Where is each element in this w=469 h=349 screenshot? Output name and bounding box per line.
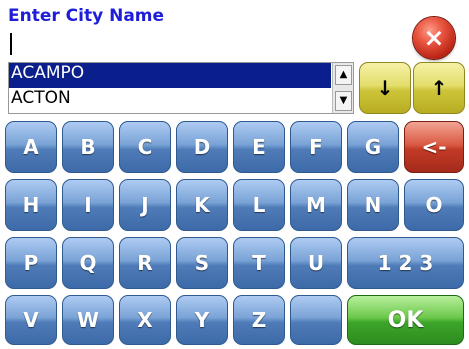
- key-m[interactable]: M: [290, 179, 342, 231]
- city-list[interactable]: ACAMPO ACTON ▲ ▼: [8, 62, 354, 114]
- list-item[interactable]: ACAMPO: [9, 63, 331, 88]
- key-v[interactable]: V: [5, 295, 57, 345]
- page-title: Enter City Name: [8, 6, 165, 26]
- key-g[interactable]: G: [347, 121, 399, 173]
- key-a[interactable]: A: [5, 121, 57, 173]
- key-l[interactable]: L: [233, 179, 285, 231]
- key-space[interactable]: [290, 295, 342, 345]
- text-caret: [10, 33, 12, 55]
- scroll-down-arrow-icon[interactable]: ▼: [335, 91, 352, 111]
- scroll-down-button[interactable]: ↓: [359, 62, 411, 114]
- close-button[interactable]: ×: [413, 17, 455, 59]
- key-f[interactable]: F: [290, 121, 342, 173]
- key-x[interactable]: X: [119, 295, 171, 345]
- key-d[interactable]: D: [176, 121, 228, 173]
- key-p[interactable]: P: [5, 237, 57, 289]
- key-k[interactable]: K: [176, 179, 228, 231]
- key-r[interactable]: R: [119, 237, 171, 289]
- backspace-button[interactable]: <-: [404, 121, 464, 173]
- key-n[interactable]: N: [347, 179, 399, 231]
- scroll-up-arrow-icon[interactable]: ▲: [335, 65, 352, 85]
- key-y[interactable]: Y: [176, 295, 228, 345]
- numbers-button[interactable]: 1 2 3: [347, 237, 464, 289]
- key-u[interactable]: U: [290, 237, 342, 289]
- key-i[interactable]: I: [62, 179, 114, 231]
- key-s[interactable]: S: [176, 237, 228, 289]
- list-item[interactable]: ACTON: [9, 88, 331, 113]
- key-o[interactable]: O: [404, 179, 464, 231]
- key-e[interactable]: E: [233, 121, 285, 173]
- close-icon: ×: [423, 23, 445, 52]
- key-c[interactable]: C: [119, 121, 171, 173]
- up-arrow-icon: ↑: [430, 76, 448, 100]
- ok-button[interactable]: OK: [347, 295, 464, 345]
- city-name-input[interactable]: [8, 33, 308, 55]
- key-b[interactable]: B: [62, 121, 114, 173]
- key-t[interactable]: T: [233, 237, 285, 289]
- key-w[interactable]: W: [62, 295, 114, 345]
- key-q[interactable]: Q: [62, 237, 114, 289]
- scroll-up-button[interactable]: ↑: [413, 62, 465, 114]
- key-j[interactable]: J: [119, 179, 171, 231]
- key-h[interactable]: H: [5, 179, 57, 231]
- key-z[interactable]: Z: [233, 295, 285, 345]
- down-arrow-icon: ↓: [376, 76, 394, 100]
- list-scrollbar[interactable]: ▲ ▼: [332, 63, 353, 113]
